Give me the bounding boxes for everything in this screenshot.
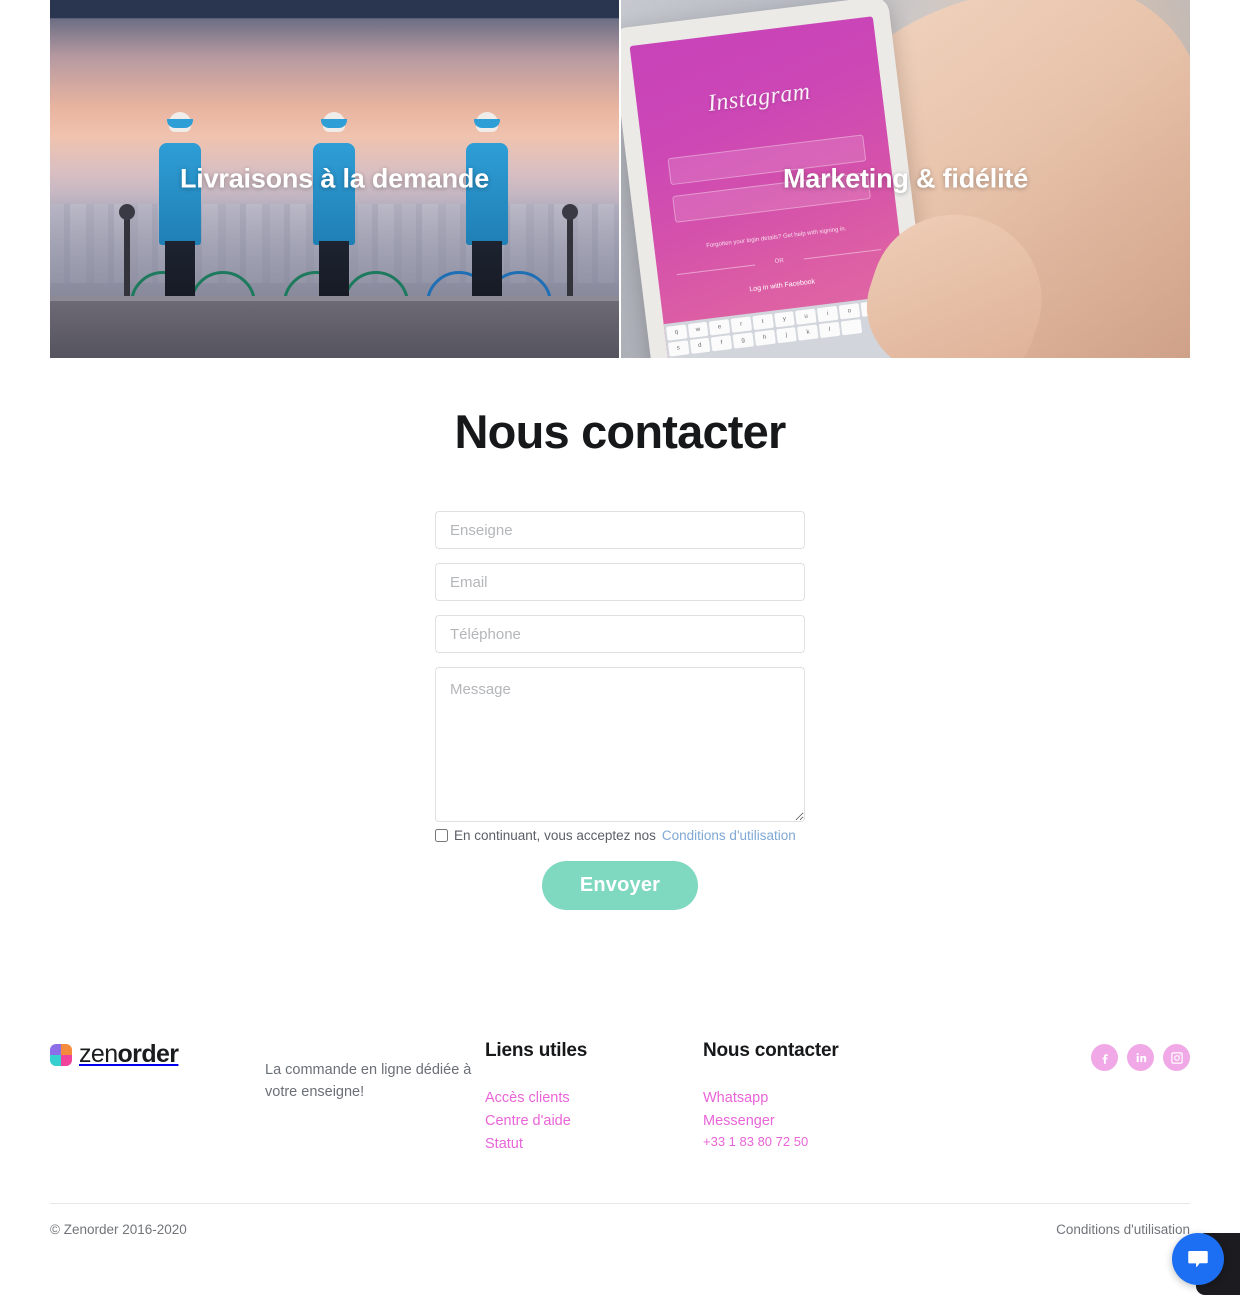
email-input[interactable] (435, 563, 805, 601)
footer-column-useful-links: Liens utiles Accès clients Centre d'aide… (485, 1028, 703, 1157)
footer-brand-column: zenorder (50, 1028, 265, 1069)
footer-heading-useful-links: Liens utiles (485, 1040, 588, 1061)
instagram-wordmark-icon: Instagram (706, 78, 813, 118)
curb-line (50, 295, 619, 301)
instagram-icon[interactable] (1163, 1044, 1190, 1071)
enseigne-input[interactable] (435, 511, 805, 549)
telephone-input[interactable] (435, 615, 805, 653)
contact-form: En continuant, vous acceptez nos Conditi… (435, 511, 805, 910)
footer-tagline: La commande en ligne dédiée à votre ense… (265, 1061, 472, 1100)
cyclists-photo (50, 0, 619, 358)
chat-launcher-button[interactable] (1172, 1233, 1224, 1285)
footer-phone-number[interactable]: +33 1 83 80 72 50 (703, 1134, 921, 1149)
footer-column-contact: Nous contacter Whatsapp Messenger +33 1 … (703, 1028, 921, 1149)
footer-link-centre-aide[interactable]: Centre d'aide (485, 1111, 703, 1132)
brand-name-bold: order (117, 1040, 180, 1068)
chat-bubble-icon (1188, 1250, 1208, 1267)
instagram-phone-photo: Instagram Forgotten your login details? … (621, 0, 1190, 358)
consent-label: En continuant, vous acceptez nos (454, 828, 656, 843)
footer-social-links (1091, 1028, 1190, 1071)
message-textarea[interactable] (435, 667, 805, 822)
copyright-text: © Zenorder 2016-2020 (50, 1222, 187, 1238)
zenorder-logo-icon (50, 1043, 72, 1066)
brand-logo-link[interactable]: zenorder (50, 1040, 265, 1069)
or-divider: OR (677, 246, 882, 277)
brand-wordmark: zenorder (79, 1040, 180, 1069)
chat-widget-dock (1172, 1225, 1240, 1303)
brand-name-light: zen (79, 1040, 118, 1068)
consent-checkbox[interactable] (435, 829, 448, 842)
hero-card-marketing[interactable]: Instagram Forgotten your login details? … (621, 0, 1190, 358)
footer-heading-contact: Nous contacter (703, 1040, 839, 1061)
site-footer: zenorder La commande en ligne dédiée à v… (50, 1028, 1190, 1157)
hero-card-deliveries[interactable]: Livraisons à la demande (50, 0, 619, 358)
footer-link-statut[interactable]: Statut (485, 1134, 703, 1155)
send-button[interactable]: Envoyer (541, 861, 699, 910)
footer-link-acces-clients[interactable]: Accès clients (485, 1088, 703, 1109)
forgot-password-text: Forgotten your login details? Get help w… (706, 225, 848, 250)
linkedin-icon[interactable] (1127, 1044, 1154, 1071)
page-title: Nous contacter (454, 405, 787, 458)
footer-terms-link[interactable]: Conditions d'utilisation (1056, 1222, 1190, 1237)
facebook-icon[interactable] (1091, 1044, 1118, 1071)
street-lamp-icon (562, 203, 579, 308)
submit-row: Envoyer (435, 861, 805, 910)
contact-section: Nous contacter En continuant, vous accep… (0, 358, 1240, 910)
consent-row[interactable]: En continuant, vous acceptez nos Conditi… (435, 828, 805, 843)
hero-banner-row: Livraisons à la demande Instagram Forgot… (50, 0, 1190, 358)
road-surface (50, 300, 619, 358)
footer-link-messenger[interactable]: Messenger (703, 1111, 921, 1132)
footer-tagline-column: La commande en ligne dédiée à votre ense… (265, 1028, 485, 1118)
footer-link-whatsapp[interactable]: Whatsapp (703, 1088, 921, 1109)
footer-bottom-bar: © Zenorder 2016-2020 Conditions d'utilis… (50, 1203, 1190, 1237)
terms-link[interactable]: Conditions d'utilisation (662, 828, 796, 843)
